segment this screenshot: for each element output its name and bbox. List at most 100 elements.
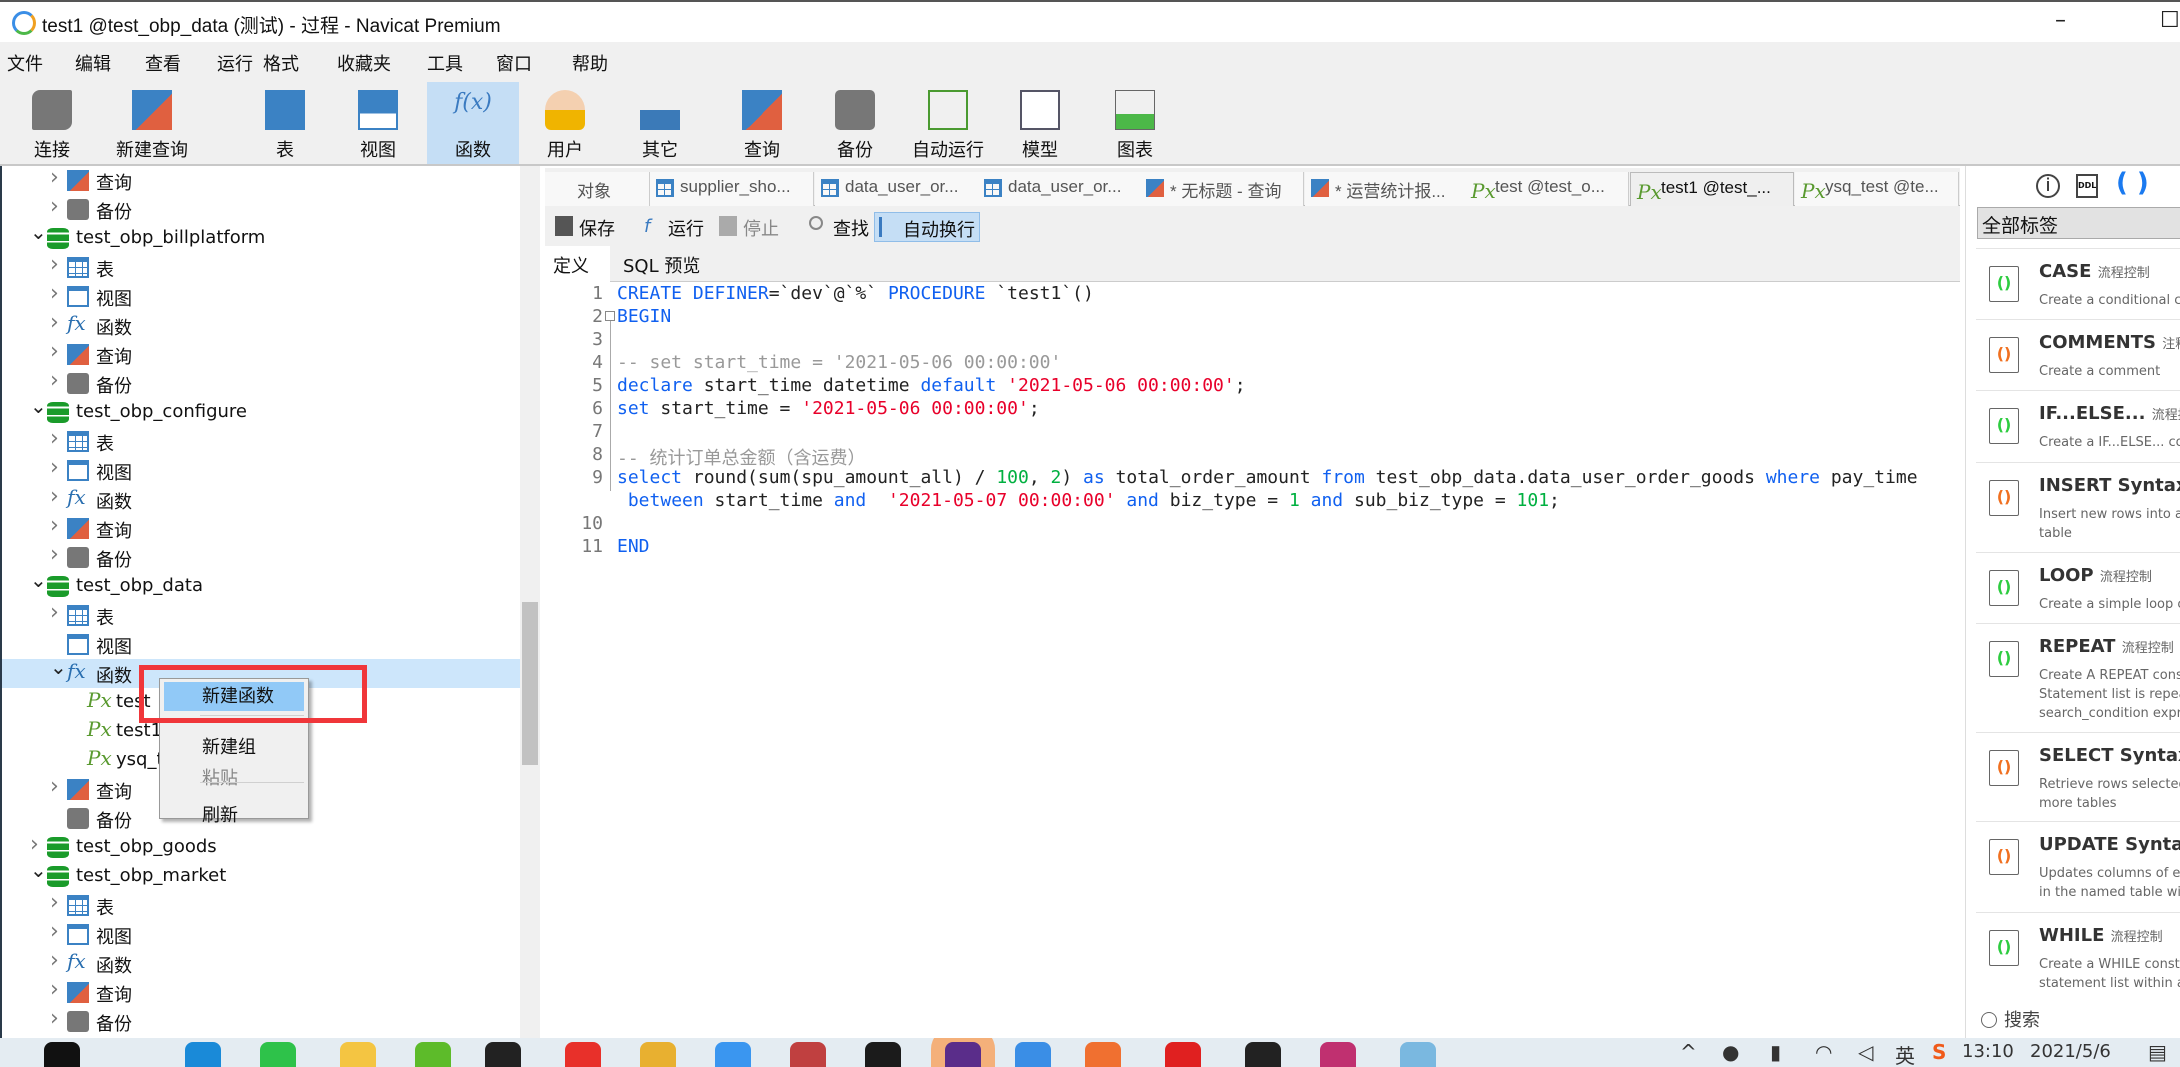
tree-item[interactable]: › 备份: [2, 1006, 520, 1036]
tree-item[interactable]: 视图: [2, 630, 520, 659]
snippet-item[interactable]: () WHILE 流程控制 Create a WHILE constru statem…: [1976, 912, 2180, 1005]
chevron-right-icon[interactable]: ›: [50, 513, 59, 538]
tree-item[interactable]: › fx 函数: [2, 484, 520, 514]
snippet-item[interactable]: () REPEAT 流程控制 Create A REPEAT constr State…: [1976, 623, 2180, 732]
search-icon[interactable]: [110, 1042, 146, 1067]
app-orange-icon[interactable]: [1085, 1042, 1121, 1067]
chevron-right-icon[interactable]: ›: [30, 832, 39, 857]
menu-6[interactable]: 工具: [427, 50, 463, 76]
wifi-icon[interactable]: ◠: [1815, 1040, 1832, 1064]
tree-item[interactable]: › 视图: [2, 281, 520, 311]
battery-icon[interactable]: ▮: [1770, 1040, 1781, 1064]
chevron-down-icon[interactable]: ⌄: [30, 568, 47, 592]
chrome-icon[interactable]: [640, 1042, 676, 1067]
menu-3[interactable]: 运行: [217, 50, 253, 76]
terminal-icon[interactable]: [1245, 1042, 1281, 1067]
chevron-right-icon[interactable]: ›: [50, 281, 59, 306]
menu-8[interactable]: 帮助: [572, 50, 608, 76]
clock-date[interactable]: 2021/5/6: [2030, 1041, 2111, 1062]
tab[interactable]: Px test @test_o...: [1465, 172, 1629, 206]
tree-item[interactable]: › 表: [2, 890, 520, 920]
sql-editor[interactable]: 1 2 3 4 5 6 7 8 9 10 11 CREATE DEFINER=`dev`@`%` PR…: [545, 283, 1958, 1038]
app-grid-icon[interactable]: [790, 1042, 826, 1067]
toolbar-new-query-button[interactable]: 新建查询: [106, 82, 198, 164]
chevron-right-icon[interactable]: ›: [50, 484, 59, 509]
tree-item[interactable]: › fx 函数: [2, 310, 520, 340]
tab[interactable]: data_user_or...: [978, 172, 1142, 206]
snippet-item[interactable]: () IF...ELSE... 流程控制 Create a IF...ELSE...…: [1976, 390, 2180, 462]
wrap-button[interactable]: 自动换行: [874, 212, 980, 242]
chevron-right-icon[interactable]: ›: [50, 252, 59, 277]
context-menu-item[interactable]: 新建组: [164, 733, 304, 762]
toolbar-plug-button[interactable]: 连接: [6, 82, 98, 164]
tab[interactable]: Px test1 @test_...: [1630, 172, 1794, 206]
chevron-right-icon[interactable]: ›: [50, 890, 59, 915]
maximize-button[interactable]: ☐: [2160, 8, 2180, 33]
chevron-right-icon[interactable]: ›: [50, 774, 59, 799]
tree-item[interactable]: › 查询: [2, 513, 520, 543]
info-icon[interactable]: i: [2036, 174, 2060, 198]
tree-item[interactable]: › 视图: [2, 919, 520, 949]
tree-item[interactable]: › 查询: [2, 166, 520, 195]
snippet-item[interactable]: ()COMMENTS 注释Create a comment: [1976, 319, 2180, 390]
chevron-down-icon[interactable]: ⌄: [30, 220, 47, 244]
app-purple-icon[interactable]: [945, 1042, 981, 1067]
snippet-item[interactable]: () SELECT Syntax DI Retrieve rows selected…: [1976, 732, 2180, 821]
pen-icon[interactable]: [1320, 1042, 1356, 1067]
tab[interactable]: data_user_or...: [815, 172, 979, 206]
chevron-right-icon[interactable]: ›: [50, 194, 59, 219]
tree-item[interactable]: ⌄ test_obp_market: [2, 858, 520, 891]
tray-expand-icon[interactable]: ^: [1680, 1040, 1697, 1064]
chevron-right-icon[interactable]: ›: [50, 166, 59, 190]
tree-item[interactable]: › 备份: [2, 542, 520, 572]
ddl-icon[interactable]: DDL: [2076, 174, 2098, 198]
menu-4[interactable]: 格式: [263, 50, 299, 76]
chevron-right-icon[interactable]: ›: [50, 919, 59, 944]
tree-item[interactable]: › 查询: [2, 339, 520, 369]
ie-icon[interactable]: [415, 1042, 451, 1067]
start-icon[interactable]: [44, 1042, 80, 1067]
run-button[interactable]: f 运行: [640, 212, 708, 242]
chevron-right-icon[interactable]: ›: [50, 600, 59, 625]
chevron-right-icon[interactable]: ›: [50, 368, 59, 393]
toolbar-model-button[interactable]: 模型: [994, 82, 1086, 164]
figma-icon[interactable]: [485, 1042, 521, 1067]
chevron-right-icon[interactable]: ›: [50, 948, 59, 973]
tree-item[interactable]: › 备份: [2, 368, 520, 398]
chevron-down-icon[interactable]: ⌄: [50, 655, 67, 679]
snippet-search-label[interactable]: 搜索: [2004, 1006, 2040, 1032]
snippet-icon[interactable]: ( ): [2116, 168, 2149, 198]
subtab[interactable]: SQL 预览: [615, 246, 715, 282]
tree-item[interactable]: ⌄ test_obp_configure: [2, 394, 520, 427]
tree-item[interactable]: › fx 函数: [2, 948, 520, 978]
tree-item[interactable]: › 表: [2, 600, 520, 630]
toolbar-query-button[interactable]: 查询: [716, 82, 808, 164]
dingtalk-icon[interactable]: [715, 1042, 751, 1067]
save-button[interactable]: 保存: [551, 212, 619, 242]
toolbar-backup-button[interactable]: 备份: [809, 82, 901, 164]
navicat-icon[interactable]: [1015, 1042, 1051, 1067]
tab[interactable]: Px ysq_test @te...: [1795, 172, 1959, 206]
stop-button[interactable]: 停止: [715, 212, 783, 242]
tree-item[interactable]: › 表: [2, 252, 520, 282]
toolbar-function-button[interactable]: f(x) 函数: [427, 82, 519, 164]
subtab[interactable]: 定义: [545, 246, 610, 282]
menu-5[interactable]: 收藏夹: [337, 50, 391, 76]
chevron-down-icon[interactable]: ⌄: [30, 394, 47, 418]
tab[interactable]: supplier_sho...: [650, 172, 814, 206]
wps-icon[interactable]: [565, 1042, 601, 1067]
qq-icon[interactable]: ●: [1722, 1040, 1739, 1064]
explorer-icon[interactable]: [340, 1042, 376, 1067]
pycharm-icon[interactable]: [865, 1042, 901, 1067]
toolbar-tools-button[interactable]: 其它: [614, 82, 706, 164]
menu-1[interactable]: 编辑: [75, 50, 111, 76]
volume-icon[interactable]: ◁: [1858, 1040, 1873, 1064]
menu-7[interactable]: 窗口: [496, 50, 532, 76]
tree-item[interactable]: › 表: [2, 426, 520, 456]
toolbar-schedule-button[interactable]: 自动运行: [902, 82, 994, 164]
notepad-icon[interactable]: [1400, 1042, 1436, 1067]
tree-item[interactable]: › 查询: [2, 977, 520, 1007]
tag-filter-dropdown[interactable]: 全部标签: [1977, 207, 2180, 239]
fold-marker-icon[interactable]: [605, 311, 615, 321]
ime-indicator[interactable]: 英: [1895, 1040, 1915, 1067]
